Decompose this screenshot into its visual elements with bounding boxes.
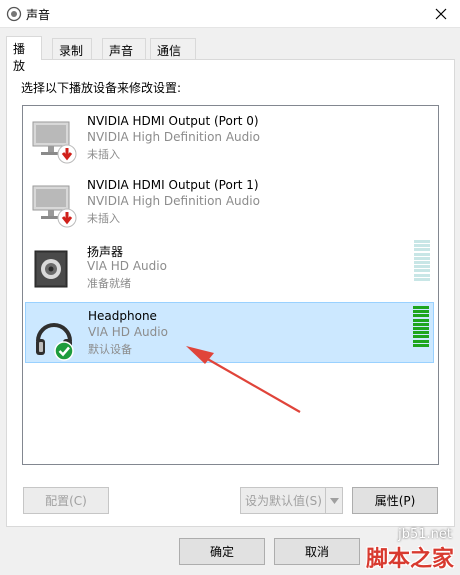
meter-bar [413,327,429,330]
headphone-icon [36,323,74,361]
meter-bar [413,306,429,309]
monitor-icon [32,185,77,228]
meter-bar [413,343,429,347]
watermark-brand: 脚本之家 [365,547,454,572]
device-status: 未插入 [87,148,120,161]
set-default-dropdown[interactable] [325,488,342,513]
device-status: 未插入 [87,212,120,225]
tab-communications[interactable]: 通信 [150,38,196,60]
meter-bar [413,335,429,339]
device-status: 默认设备 [88,343,132,356]
device-description: NVIDIA High Definition Audio [87,194,260,208]
tab-sounds[interactable]: 声音 [102,38,146,60]
volume-meter [413,306,429,348]
device-description: VIA HD Audio [87,259,167,273]
meter-bar [414,261,430,264]
device-name: 扬声器 [87,245,124,259]
meter-bar [413,322,429,326]
meter-bar [414,240,430,243]
meter-bar [414,248,430,252]
watermark-site: jb51.net [398,527,452,542]
title-bar: 声音 [0,0,460,28]
speaker-icon [6,6,22,22]
device-description: NVIDIA High Definition Audio [87,130,260,144]
ok-button[interactable]: 确定 [179,538,265,565]
device-item-headphone[interactable]: Headphone VIA HD Audio 默认设备 [25,302,434,363]
tab-recording[interactable]: 录制 [52,38,92,60]
meter-bar [414,265,430,269]
unplugged-badge-icon [57,208,77,228]
device-status: 准备就绪 [87,277,131,290]
set-default-button[interactable]: 设为默认值(S) [240,487,343,514]
device-item-hdmi-port-0[interactable]: NVIDIA HDMI Output (Port 0) NVIDIA High … [25,108,434,169]
set-default-label: 设为默认值(S) [245,494,322,508]
playback-panel: 选择以下播放设备来修改设置: NVIDIA HDMI Output (Port … [6,59,455,527]
meter-bar [414,277,430,281]
instruction-text: 选择以下播放设备来修改设置: [21,81,182,95]
meter-bar [414,244,430,248]
tab-playback[interactable]: 播放 [6,36,42,73]
meter-bar [413,310,429,314]
device-name: NVIDIA HDMI Output (Port 0) [87,114,259,128]
device-list: NVIDIA HDMI Output (Port 0) NVIDIA High … [22,105,439,465]
device-item-speaker[interactable]: 扬声器 VIA HD Audio 准备就绪 [25,237,434,298]
meter-bar [414,256,430,260]
meter-bar [413,339,429,343]
window-title: 声音 [26,8,51,22]
meter-bar [413,331,429,335]
meter-bar [414,273,430,277]
device-name: NVIDIA HDMI Output (Port 1) [87,178,259,192]
meter-bar [413,318,429,322]
device-item-hdmi-port-1[interactable]: NVIDIA HDMI Output (Port 1) NVIDIA High … [25,172,434,233]
close-icon [435,8,447,20]
speaker-icon [34,250,68,288]
properties-button[interactable]: 属性(P) [352,487,438,514]
volume-meter [414,240,430,282]
chevron-down-icon [329,497,339,504]
monitor-icon [32,121,77,164]
device-description: VIA HD Audio [88,325,168,339]
meter-bar [413,314,429,318]
meter-bar [414,252,430,256]
device-name: Headphone [88,309,157,323]
configure-button[interactable]: 配置(C) [23,487,109,514]
meter-bar [414,269,430,273]
watermark: jb51.net 脚本之家 [346,527,458,573]
unplugged-badge-icon [57,144,77,164]
close-button[interactable] [422,0,460,28]
default-check-badge-icon [54,341,74,361]
